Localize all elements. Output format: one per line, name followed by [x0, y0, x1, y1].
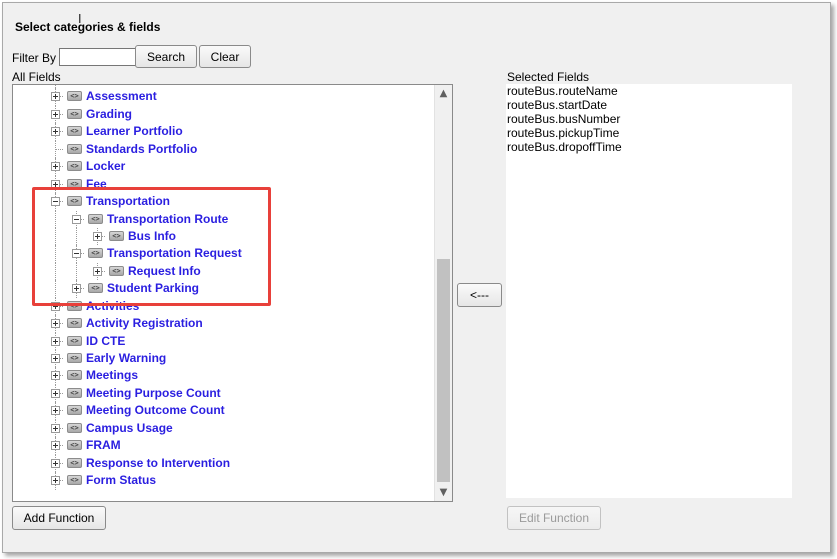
expand-icon[interactable] [51, 109, 60, 119]
scroll-up-icon[interactable]: ▲ [435, 85, 452, 102]
field-group-icon: <> [67, 108, 82, 119]
remove-field-button[interactable]: <--- [457, 283, 502, 307]
tree-node[interactable]: <> Grading [13, 105, 433, 124]
tree-node[interactable]: <> Standards Portfolio [13, 140, 433, 159]
dialog-title: Select categories & fields [15, 20, 161, 34]
selected-fields-list[interactable]: routeBus.routeName routeBus.startDate rout… [506, 84, 792, 498]
tree-node-label[interactable]: Grading [86, 107, 132, 121]
expand-icon[interactable] [51, 92, 60, 102]
tree-node[interactable]: <> Meeting Purpose Count [13, 384, 433, 403]
add-function-button[interactable]: Add Function [12, 506, 106, 530]
field-group-icon: <> [67, 335, 82, 346]
tree-connector [55, 148, 63, 150]
field-group-icon: <> [67, 457, 82, 468]
clear-button[interactable]: Clear [199, 45, 251, 68]
expand-icon[interactable] [51, 458, 60, 468]
field-group-icon: <> [67, 143, 82, 154]
field-group-icon: <> [67, 387, 82, 398]
selected-field-item[interactable]: routeBus.dropoffTime [507, 140, 622, 154]
search-button[interactable]: Search [135, 45, 197, 68]
tree-scrollbar[interactable]: ▲ ▼ [434, 85, 452, 501]
tree-node[interactable]: <> Response to Intervention [13, 454, 433, 473]
tree-node-label[interactable]: Standards Portfolio [86, 142, 197, 156]
selected-field-item[interactable]: routeBus.startDate [507, 98, 607, 112]
selected-field-item[interactable]: routeBus.routeName [507, 84, 618, 98]
all-fields-label: All Fields [12, 70, 61, 84]
expand-icon[interactable] [51, 406, 60, 416]
tree-node-label[interactable]: FRAM [86, 438, 121, 452]
tree-node-label[interactable]: Form Status [86, 473, 156, 487]
field-group-icon: <> [67, 161, 82, 172]
tree-node[interactable]: <> Meeting Outcome Count [13, 402, 433, 420]
tree-node-label[interactable]: Response to Intervention [86, 456, 230, 470]
selected-field-item[interactable]: routeBus.pickupTime [507, 126, 619, 140]
field-group-icon: <> [67, 405, 82, 416]
tree-node[interactable]: <> Meetings [13, 367, 433, 385]
field-group-icon: <> [67, 318, 82, 329]
tree-node[interactable]: <> Early Warning [13, 350, 433, 368]
scroll-down-icon[interactable]: ▼ [435, 484, 452, 501]
tree-node-label[interactable]: Learner Portfolio [86, 124, 183, 138]
tree-node[interactable]: <> Activity Registration [13, 315, 433, 333]
field-group-icon: <> [67, 126, 82, 137]
highlight-callout [32, 187, 271, 306]
filter-label: Filter By [12, 51, 57, 65]
tree-node[interactable]: <> Form Status [13, 472, 433, 490]
field-group-icon: <> [67, 475, 82, 486]
tree-node-label[interactable]: Early Warning [86, 351, 166, 365]
expand-icon[interactable] [51, 319, 60, 329]
tree-node[interactable]: <> FRAM [13, 437, 433, 455]
expand-icon[interactable] [51, 371, 60, 381]
tree-node[interactable]: <> Campus Usage [13, 419, 433, 438]
tree-node-label[interactable]: Locker [86, 159, 125, 173]
expand-icon[interactable] [51, 127, 60, 137]
tree-node[interactable]: <> ID CTE [13, 332, 433, 350]
expand-icon[interactable] [51, 354, 60, 363]
field-group-icon: <> [67, 370, 82, 381]
expand-icon[interactable] [51, 162, 60, 172]
expand-icon[interactable] [51, 476, 60, 486]
selected-fields-label: Selected Fields [507, 70, 590, 84]
tree-node-label[interactable]: Assessment [86, 89, 157, 103]
filter-input[interactable] [59, 48, 139, 66]
expand-icon[interactable] [51, 388, 60, 398]
tree-node-label[interactable]: ID CTE [86, 334, 125, 348]
expand-icon[interactable] [51, 423, 60, 433]
tree-node[interactable]: <> Learner Portfolio [13, 123, 433, 141]
edit-function-button[interactable]: Edit Function [507, 506, 601, 530]
selected-field-item[interactable]: routeBus.busNumber [507, 112, 620, 126]
tree-node[interactable]: <> Locker [13, 158, 433, 176]
tree-node-label[interactable]: Meeting Outcome Count [86, 403, 225, 417]
tree-node-label[interactable]: Meetings [86, 368, 138, 382]
expand-icon[interactable] [51, 441, 60, 451]
field-group-icon: <> [67, 91, 82, 102]
tree-node[interactable]: <> Assessment [13, 88, 433, 106]
expand-icon[interactable] [51, 336, 60, 346]
field-group-icon: <> [67, 440, 82, 451]
scroll-thumb[interactable] [437, 259, 450, 482]
tree-node-label[interactable]: Attendance [86, 85, 151, 86]
field-group-icon: <> [67, 422, 82, 433]
tree-node-label[interactable]: Meeting Purpose Count [86, 386, 221, 400]
tree-node-label[interactable]: Activity Registration [86, 316, 203, 330]
field-group-icon: <> [67, 353, 82, 363]
tree-node-label[interactable]: Campus Usage [86, 421, 173, 435]
text-cursor-icon: I [78, 12, 82, 26]
